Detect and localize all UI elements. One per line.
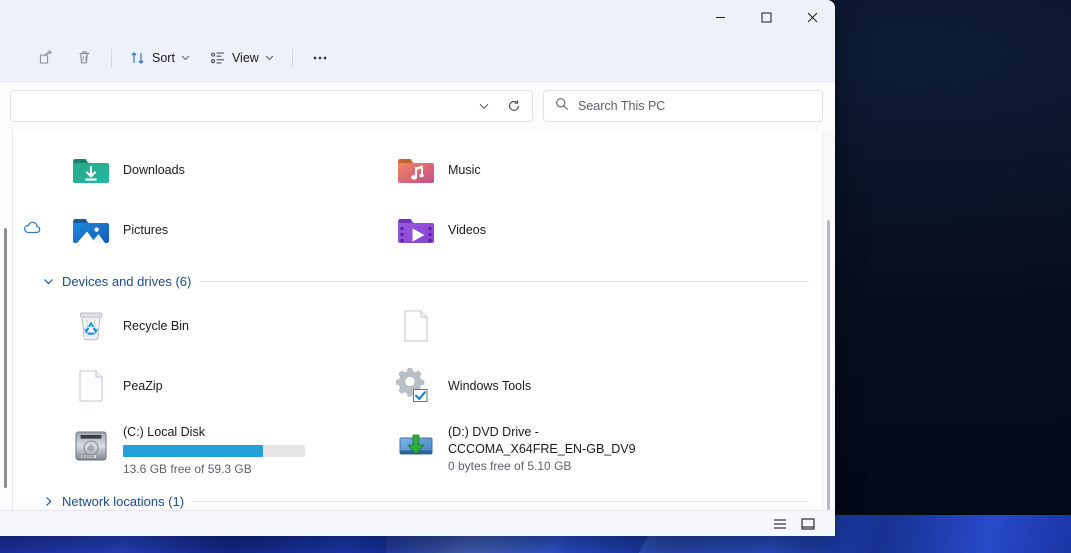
sort-icon [130, 50, 146, 66]
document-icon [71, 366, 111, 406]
folder-item-videos[interactable]: Videos [376, 200, 811, 260]
address-bar[interactable] [10, 90, 533, 122]
command-separator-2 [292, 49, 293, 67]
drive-info: (D:) DVD Drive - CCCOMA_X64FRE_EN-GB_DV9… [448, 424, 668, 473]
group-title: Devices and drives (6) [62, 274, 191, 289]
more-options-button[interactable] [302, 42, 338, 74]
device-label: Recycle Bin [123, 318, 189, 335]
onedrive-cloud-icon [23, 221, 41, 240]
folder-downloads-icon [71, 150, 111, 190]
device-item-blank-document[interactable] [376, 296, 811, 356]
address-history-button[interactable] [470, 93, 498, 119]
folder-videos-icon [396, 210, 436, 250]
drive-item-local-disk-c[interactable]: (C:) Local Disk 13.6 GB free of 59.3 GB [51, 416, 376, 480]
devices-grid: Recycle Bin [13, 296, 835, 480]
refresh-button[interactable] [500, 93, 528, 119]
share-icon [38, 49, 55, 66]
hard-disk-icon [71, 426, 111, 466]
nav-scrollbar[interactable] [0, 130, 12, 510]
device-item-recycle-bin[interactable]: Recycle Bin [51, 296, 376, 356]
sort-button[interactable]: Sort [121, 42, 199, 74]
device-label: Windows Tools [448, 378, 531, 395]
dvd-drive-icon [396, 426, 436, 466]
drive-info: (C:) Local Disk 13.6 GB free of 59.3 GB [123, 424, 305, 476]
delete-button[interactable] [66, 42, 102, 74]
drive-usage-bar [123, 445, 305, 457]
maximize-icon [761, 12, 772, 23]
folder-pictures-icon [71, 210, 111, 250]
drive-capacity-text: 0 bytes free of 5.10 GB [448, 459, 668, 473]
chevron-down-icon [43, 276, 54, 287]
sort-label: Sort [152, 51, 175, 65]
device-label: PeaZip [123, 378, 163, 395]
device-item-peazip[interactable]: PeaZip [51, 356, 376, 416]
trash-icon [76, 49, 93, 66]
close-button[interactable] [789, 0, 835, 34]
explorer-body: Downloads [0, 130, 835, 510]
group-divider [199, 281, 809, 282]
folder-label: Pictures [123, 222, 168, 239]
drive-item-dvd-d[interactable]: (D:) DVD Drive - CCCOMA_X64FRE_EN-GB_DV9… [376, 416, 811, 480]
folder-item-downloads[interactable]: Downloads [51, 140, 376, 200]
content-pane: Downloads [13, 130, 835, 510]
drive-label: (D:) DVD Drive - CCCOMA_X64FRE_EN-GB_DV9 [448, 424, 668, 457]
file-explorer-window: Sort View [0, 0, 835, 536]
chevron-down-icon [478, 100, 490, 112]
view-icon [210, 50, 226, 66]
quick-access-grid: Downloads [13, 140, 835, 260]
title-bar [0, 0, 835, 34]
minimize-icon [715, 12, 726, 23]
content-scrollbar-thumb[interactable] [827, 220, 830, 510]
command-separator-1 [111, 49, 112, 67]
content-scrollbar[interactable] [821, 130, 835, 510]
close-icon [807, 12, 818, 23]
view-chevron-down-icon [265, 51, 274, 65]
blank-document-icon [396, 306, 436, 346]
device-item-windows-tools[interactable]: Windows Tools [376, 356, 811, 416]
chevron-right-icon [43, 496, 54, 507]
drive-usage-bar-fill [123, 445, 263, 457]
command-bar: Sort View [0, 34, 835, 82]
windows-tools-icon [396, 366, 436, 406]
group-title: Network locations (1) [62, 494, 184, 509]
view-label: View [232, 51, 259, 65]
minimize-button[interactable] [697, 0, 743, 34]
search-box[interactable]: Search This PC [543, 90, 823, 122]
group-header-devices-and-drives[interactable]: Devices and drives (6) [13, 266, 835, 296]
maximize-button[interactable] [743, 0, 789, 34]
share-button[interactable] [28, 42, 64, 74]
list-view-icon [773, 518, 787, 530]
nav-scrollbar-thumb[interactable] [4, 228, 7, 488]
list-view-button[interactable] [769, 514, 791, 534]
drive-capacity-text: 13.6 GB free of 59.3 GB [123, 462, 305, 476]
view-button[interactable]: View [201, 42, 283, 74]
details-view-button[interactable] [797, 514, 819, 534]
folder-label: Downloads [123, 162, 185, 179]
address-bar-row: Search This PC [0, 82, 835, 130]
folder-item-music[interactable]: Music [376, 140, 811, 200]
search-input[interactable]: Search This PC [578, 99, 665, 113]
recycle-bin-icon [71, 306, 111, 346]
refresh-icon [507, 99, 521, 113]
search-icon [555, 97, 569, 116]
folder-item-pictures[interactable]: Pictures [51, 200, 376, 260]
folder-label: Music [448, 162, 481, 179]
navigation-pane[interactable] [0, 130, 12, 510]
large-icons-view-icon [801, 518, 815, 530]
sort-chevron-down-icon [181, 51, 190, 65]
group-divider [192, 501, 809, 502]
folder-music-icon [396, 150, 436, 190]
folder-label: Videos [448, 222, 486, 239]
group-header-network-locations[interactable]: Network locations (1) [13, 486, 835, 510]
ellipsis-icon [311, 49, 329, 67]
drive-label: (C:) Local Disk [123, 424, 305, 441]
status-bar [0, 510, 835, 536]
